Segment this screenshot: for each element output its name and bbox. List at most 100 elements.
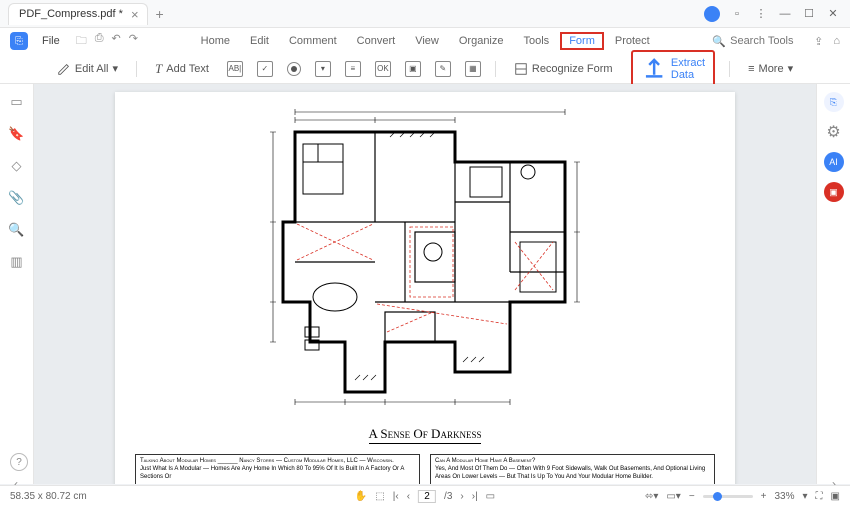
thumbnails-icon[interactable]: ▭ [10, 94, 22, 110]
menubar: ⎘ File 🗀 ⎙ ↶ ↷ Home Edit Comment Convert… [0, 28, 850, 54]
document-heading: A Sense Of Darkness [369, 426, 482, 444]
tab-comment[interactable]: Comment [280, 32, 346, 50]
text-icon: T [155, 61, 162, 77]
tab-home[interactable]: Home [192, 32, 239, 50]
tab-edit[interactable]: Edit [241, 32, 278, 50]
form-toolbar: Edit All ▾ T Add Text AB| ✓ ▾ ≡ OK ▣ ✎ ▦… [0, 54, 850, 84]
tab-tools[interactable]: Tools [515, 32, 559, 50]
redo-icon[interactable]: ↷ [129, 32, 138, 51]
fields-panel-icon[interactable]: ▥ [10, 254, 22, 270]
radio-field-icon[interactable] [287, 62, 301, 76]
bookmarks-icon[interactable]: 🔖 [8, 126, 24, 142]
window-menu-icon[interactable]: ▫ [730, 8, 744, 20]
zoom-chevron-icon[interactable]: ▾ [803, 491, 808, 502]
help-button[interactable]: ? [10, 453, 28, 471]
first-page-icon[interactable]: |‹ [393, 491, 399, 502]
tab-protect[interactable]: Protect [606, 32, 659, 50]
save-icon[interactable]: 🗀 [76, 32, 87, 51]
add-tab-button[interactable]: + [156, 6, 164, 22]
fit-page-icon[interactable]: ▭▾ [666, 491, 680, 502]
separator [136, 61, 137, 77]
zoom-value: 33% [775, 491, 795, 502]
adjust-icon[interactable]: ⚙ [826, 122, 840, 142]
zoom-slider[interactable] [703, 495, 753, 498]
combo-field-icon[interactable]: ▾ [315, 61, 331, 77]
tab-convert[interactable]: Convert [348, 32, 405, 50]
col2-body: Yes, And Most Of Them Do — Often With 9 … [435, 466, 710, 482]
undo-icon[interactable]: ↶ [112, 32, 121, 51]
fullscreen-icon[interactable]: ⛶ [816, 491, 823, 502]
select-tool-icon[interactable]: ⬚ [375, 491, 384, 502]
search-input[interactable] [730, 35, 810, 47]
maximize-icon[interactable]: ☐ [802, 7, 816, 20]
document-canvas[interactable]: A Sense Of Darkness Talking About Modula… [34, 84, 816, 484]
signature-field-icon[interactable]: ✎ [435, 61, 451, 77]
prev-page-icon[interactable]: ‹ [407, 491, 410, 502]
checkbox-field-icon[interactable]: ✓ [257, 61, 273, 77]
view-mode-icon[interactable]: ▭ [486, 491, 495, 502]
separator [495, 61, 496, 77]
edit-all-label: Edit All [75, 63, 109, 75]
attachments-icon[interactable]: 📎 [8, 190, 24, 206]
minimize-icon[interactable]: — [778, 8, 792, 20]
separator [729, 61, 730, 77]
app-badge-icon[interactable]: ▣ [824, 182, 844, 202]
button-field-icon[interactable]: OK [375, 61, 391, 77]
menubar-right: ⇪ ⌂ [814, 35, 840, 48]
edit-all-button[interactable]: Edit All ▾ [53, 60, 122, 78]
scan-icon [514, 62, 528, 76]
zoom-in-icon[interactable]: + [761, 491, 767, 502]
left-panel: ▭ 🔖 ◇ 📎 🔍 ▥ [0, 84, 34, 484]
image-field-icon[interactable]: ▣ [405, 61, 421, 77]
hamburger-icon: ≡ [748, 63, 754, 75]
col1-heading: Talking About Modular Homes ______ Nancy… [140, 458, 415, 466]
share-icon[interactable]: ⇪ [814, 35, 823, 48]
ai-badge-icon[interactable]: AI [824, 152, 844, 172]
more-button[interactable]: ≡ More ▾ [744, 60, 797, 77]
zoom-out-icon[interactable]: − [689, 491, 695, 502]
close-window-icon[interactable]: ✕ [826, 7, 840, 20]
cloud-icon[interactable]: ⌂ [833, 35, 840, 48]
search-icon[interactable]: 🔍 [712, 35, 726, 48]
fit-width-icon[interactable]: ⬄▾ [645, 491, 658, 502]
right-panel: ⎘ ⚙ AI ▣ [816, 84, 850, 484]
file-menu[interactable]: File [36, 35, 66, 47]
read-mode-icon[interactable]: ▣ [831, 491, 840, 502]
upload-icon [641, 55, 667, 81]
document-tab[interactable]: PDF_Compress.pdf * × [8, 3, 148, 25]
chevron-down-icon: ▾ [788, 62, 794, 75]
search-panel-icon[interactable]: 🔍 [8, 222, 24, 238]
text-field-icon[interactable]: AB| [227, 61, 243, 77]
hand-tool-icon[interactable]: ✋ [355, 491, 367, 502]
list-field-icon[interactable]: ≡ [345, 61, 361, 77]
add-text-button[interactable]: T Add Text [151, 59, 213, 79]
document-tab-name: PDF_Compress.pdf * [19, 8, 123, 20]
pdf-page: A Sense Of Darkness Talking About Modula… [115, 92, 735, 484]
close-tab-icon[interactable]: × [131, 7, 139, 22]
date-field-icon[interactable]: ▦ [465, 61, 481, 77]
properties-icon[interactable]: ⎘ [824, 92, 844, 112]
tab-form[interactable]: Form [560, 32, 604, 50]
text-column-right: Can A Modular Home Have A Basement? Yes,… [430, 454, 715, 484]
chevron-down-icon: ▾ [113, 62, 119, 75]
page-number-input[interactable] [418, 490, 436, 503]
col1-body: Just What Is A Modular — Homes Are Any H… [140, 466, 415, 482]
floorplan-diagram [255, 102, 595, 412]
recognize-form-button[interactable]: Recognize Form [510, 60, 617, 78]
text-column-left: Talking About Modular Homes ______ Nancy… [135, 454, 420, 484]
tab-organize[interactable]: Organize [450, 32, 513, 50]
comments-panel-icon[interactable]: ◇ [12, 158, 22, 174]
last-page-icon[interactable]: ›| [472, 491, 478, 502]
user-avatar-icon[interactable] [704, 6, 720, 22]
print-icon[interactable]: ⎙ [95, 32, 104, 51]
add-text-label: Add Text [166, 63, 209, 75]
page-total: /3 [444, 491, 452, 502]
window-more-icon[interactable]: ⋮ [754, 7, 768, 20]
next-page-icon[interactable]: › [460, 491, 463, 502]
recognize-form-label: Recognize Form [532, 63, 613, 75]
extract-data-button[interactable]: Extract Data [631, 50, 716, 86]
tab-view[interactable]: View [406, 32, 448, 50]
extract-data-label: Extract Data [671, 57, 705, 81]
zoom-slider-thumb[interactable] [713, 492, 722, 501]
main-area: ▭ 🔖 ◇ 📎 🔍 ▥ [0, 84, 850, 484]
